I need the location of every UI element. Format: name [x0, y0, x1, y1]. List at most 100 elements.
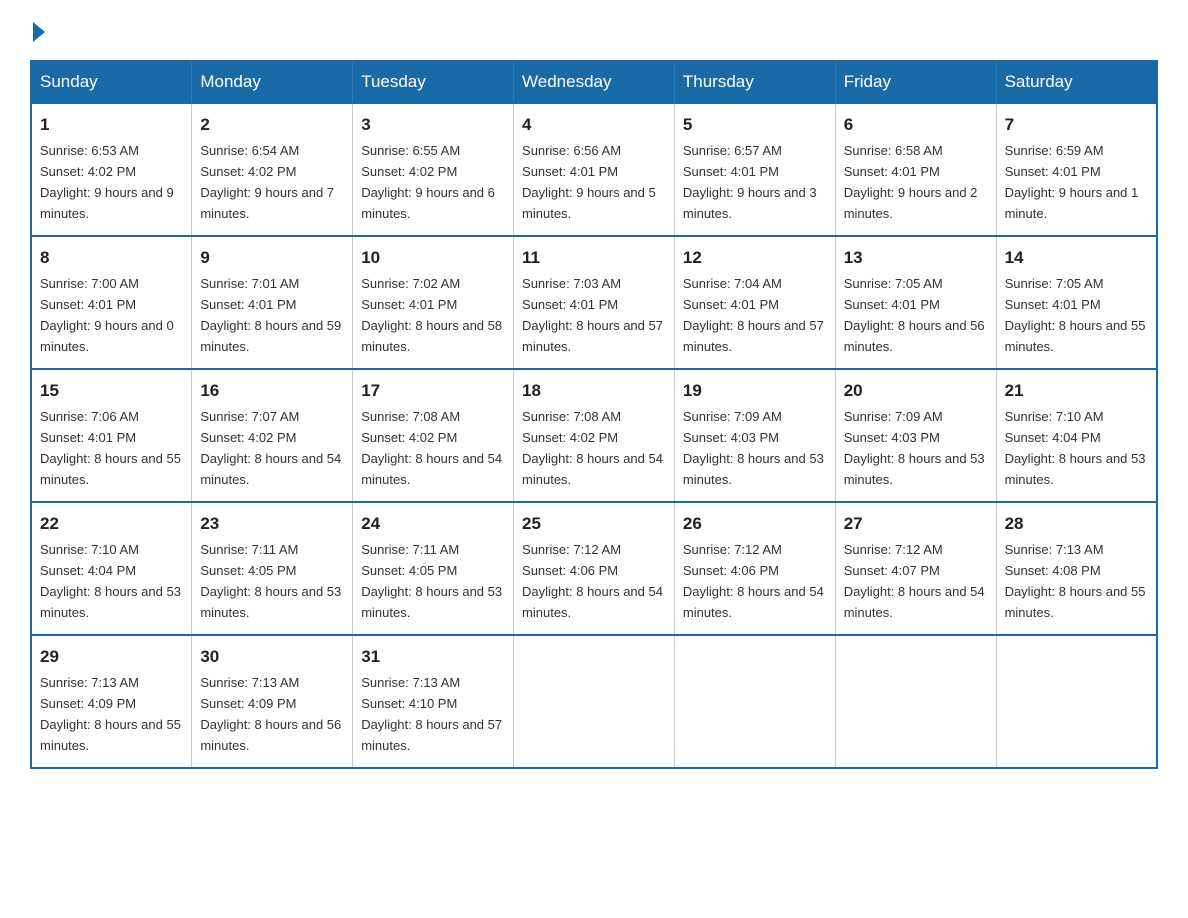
week-row-3: 15 Sunrise: 7:06 AMSunset: 4:01 PMDaylig…: [31, 369, 1157, 502]
calendar-cell: 13 Sunrise: 7:05 AMSunset: 4:01 PMDaylig…: [835, 236, 996, 369]
calendar-cell: 28 Sunrise: 7:13 AMSunset: 4:08 PMDaylig…: [996, 502, 1157, 635]
weekday-header-friday: Friday: [835, 61, 996, 103]
day-info: Sunrise: 7:07 AMSunset: 4:02 PMDaylight:…: [200, 409, 341, 487]
day-info: Sunrise: 7:01 AMSunset: 4:01 PMDaylight:…: [200, 276, 341, 354]
day-info: Sunrise: 7:04 AMSunset: 4:01 PMDaylight:…: [683, 276, 824, 354]
day-info: Sunrise: 6:54 AMSunset: 4:02 PMDaylight:…: [200, 143, 334, 221]
day-info: Sunrise: 7:11 AMSunset: 4:05 PMDaylight:…: [200, 542, 341, 620]
weekday-header-monday: Monday: [192, 61, 353, 103]
day-number: 7: [1005, 112, 1148, 138]
calendar-cell: 22 Sunrise: 7:10 AMSunset: 4:04 PMDaylig…: [31, 502, 192, 635]
day-number: 10: [361, 245, 505, 271]
day-number: 22: [40, 511, 183, 537]
weekday-header-row: SundayMondayTuesdayWednesdayThursdayFrid…: [31, 61, 1157, 103]
day-info: Sunrise: 7:09 AMSunset: 4:03 PMDaylight:…: [683, 409, 824, 487]
day-info: Sunrise: 7:05 AMSunset: 4:01 PMDaylight:…: [844, 276, 985, 354]
calendar-cell: 18 Sunrise: 7:08 AMSunset: 4:02 PMDaylig…: [514, 369, 675, 502]
day-info: Sunrise: 7:12 AMSunset: 4:06 PMDaylight:…: [683, 542, 824, 620]
calendar-cell: 15 Sunrise: 7:06 AMSunset: 4:01 PMDaylig…: [31, 369, 192, 502]
calendar-cell: 1 Sunrise: 6:53 AMSunset: 4:02 PMDayligh…: [31, 103, 192, 236]
day-info: Sunrise: 7:13 AMSunset: 4:10 PMDaylight:…: [361, 675, 502, 753]
day-info: Sunrise: 6:55 AMSunset: 4:02 PMDaylight:…: [361, 143, 495, 221]
day-number: 17: [361, 378, 505, 404]
day-number: 23: [200, 511, 344, 537]
day-number: 18: [522, 378, 666, 404]
day-number: 28: [1005, 511, 1148, 537]
day-number: 26: [683, 511, 827, 537]
calendar-cell: 10 Sunrise: 7:02 AMSunset: 4:01 PMDaylig…: [353, 236, 514, 369]
day-number: 14: [1005, 245, 1148, 271]
weekday-header-sunday: Sunday: [31, 61, 192, 103]
day-number: 27: [844, 511, 988, 537]
calendar-cell: 9 Sunrise: 7:01 AMSunset: 4:01 PMDayligh…: [192, 236, 353, 369]
calendar-cell: 23 Sunrise: 7:11 AMSunset: 4:05 PMDaylig…: [192, 502, 353, 635]
logo-arrow-icon: [33, 22, 45, 42]
day-number: 4: [522, 112, 666, 138]
day-number: 6: [844, 112, 988, 138]
day-number: 31: [361, 644, 505, 670]
week-row-1: 1 Sunrise: 6:53 AMSunset: 4:02 PMDayligh…: [31, 103, 1157, 236]
calendar-cell: 2 Sunrise: 6:54 AMSunset: 4:02 PMDayligh…: [192, 103, 353, 236]
calendar-cell: 21 Sunrise: 7:10 AMSunset: 4:04 PMDaylig…: [996, 369, 1157, 502]
day-number: 13: [844, 245, 988, 271]
calendar-cell: 3 Sunrise: 6:55 AMSunset: 4:02 PMDayligh…: [353, 103, 514, 236]
calendar-cell: 26 Sunrise: 7:12 AMSunset: 4:06 PMDaylig…: [674, 502, 835, 635]
day-number: 25: [522, 511, 666, 537]
day-number: 24: [361, 511, 505, 537]
calendar-cell: [996, 635, 1157, 768]
weekday-header-saturday: Saturday: [996, 61, 1157, 103]
calendar-cell: 25 Sunrise: 7:12 AMSunset: 4:06 PMDaylig…: [514, 502, 675, 635]
calendar-cell: 6 Sunrise: 6:58 AMSunset: 4:01 PMDayligh…: [835, 103, 996, 236]
logo: [30, 20, 45, 42]
calendar-cell: 27 Sunrise: 7:12 AMSunset: 4:07 PMDaylig…: [835, 502, 996, 635]
day-info: Sunrise: 6:57 AMSunset: 4:01 PMDaylight:…: [683, 143, 817, 221]
day-number: 16: [200, 378, 344, 404]
week-row-4: 22 Sunrise: 7:10 AMSunset: 4:04 PMDaylig…: [31, 502, 1157, 635]
calendar-cell: 5 Sunrise: 6:57 AMSunset: 4:01 PMDayligh…: [674, 103, 835, 236]
day-info: Sunrise: 7:10 AMSunset: 4:04 PMDaylight:…: [40, 542, 181, 620]
day-info: Sunrise: 7:11 AMSunset: 4:05 PMDaylight:…: [361, 542, 502, 620]
day-info: Sunrise: 7:02 AMSunset: 4:01 PMDaylight:…: [361, 276, 502, 354]
day-number: 5: [683, 112, 827, 138]
calendar-cell: 16 Sunrise: 7:07 AMSunset: 4:02 PMDaylig…: [192, 369, 353, 502]
calendar-cell: 30 Sunrise: 7:13 AMSunset: 4:09 PMDaylig…: [192, 635, 353, 768]
day-info: Sunrise: 7:13 AMSunset: 4:09 PMDaylight:…: [40, 675, 181, 753]
calendar-cell: 4 Sunrise: 6:56 AMSunset: 4:01 PMDayligh…: [514, 103, 675, 236]
day-number: 12: [683, 245, 827, 271]
day-number: 1: [40, 112, 183, 138]
day-number: 8: [40, 245, 183, 271]
day-info: Sunrise: 7:09 AMSunset: 4:03 PMDaylight:…: [844, 409, 985, 487]
day-number: 30: [200, 644, 344, 670]
day-info: Sunrise: 7:13 AMSunset: 4:09 PMDaylight:…: [200, 675, 341, 753]
day-info: Sunrise: 7:12 AMSunset: 4:07 PMDaylight:…: [844, 542, 985, 620]
calendar-cell: 14 Sunrise: 7:05 AMSunset: 4:01 PMDaylig…: [996, 236, 1157, 369]
day-info: Sunrise: 7:05 AMSunset: 4:01 PMDaylight:…: [1005, 276, 1146, 354]
day-number: 29: [40, 644, 183, 670]
day-info: Sunrise: 6:56 AMSunset: 4:01 PMDaylight:…: [522, 143, 656, 221]
day-info: Sunrise: 7:08 AMSunset: 4:02 PMDaylight:…: [361, 409, 502, 487]
calendar-cell: 19 Sunrise: 7:09 AMSunset: 4:03 PMDaylig…: [674, 369, 835, 502]
weekday-header-wednesday: Wednesday: [514, 61, 675, 103]
calendar-cell: [514, 635, 675, 768]
calendar-cell: 24 Sunrise: 7:11 AMSunset: 4:05 PMDaylig…: [353, 502, 514, 635]
day-number: 21: [1005, 378, 1148, 404]
calendar-cell: 8 Sunrise: 7:00 AMSunset: 4:01 PMDayligh…: [31, 236, 192, 369]
day-number: 2: [200, 112, 344, 138]
day-number: 9: [200, 245, 344, 271]
calendar-cell: 17 Sunrise: 7:08 AMSunset: 4:02 PMDaylig…: [353, 369, 514, 502]
page-header: [30, 20, 1158, 42]
day-info: Sunrise: 7:08 AMSunset: 4:02 PMDaylight:…: [522, 409, 663, 487]
calendar-cell: [835, 635, 996, 768]
calendar-table: SundayMondayTuesdayWednesdayThursdayFrid…: [30, 60, 1158, 769]
day-info: Sunrise: 6:59 AMSunset: 4:01 PMDaylight:…: [1005, 143, 1139, 221]
day-info: Sunrise: 7:12 AMSunset: 4:06 PMDaylight:…: [522, 542, 663, 620]
day-number: 19: [683, 378, 827, 404]
calendar-cell: 29 Sunrise: 7:13 AMSunset: 4:09 PMDaylig…: [31, 635, 192, 768]
day-info: Sunrise: 7:03 AMSunset: 4:01 PMDaylight:…: [522, 276, 663, 354]
day-info: Sunrise: 7:00 AMSunset: 4:01 PMDaylight:…: [40, 276, 174, 354]
weekday-header-tuesday: Tuesday: [353, 61, 514, 103]
day-number: 3: [361, 112, 505, 138]
day-info: Sunrise: 7:06 AMSunset: 4:01 PMDaylight:…: [40, 409, 181, 487]
day-info: Sunrise: 6:53 AMSunset: 4:02 PMDaylight:…: [40, 143, 174, 221]
calendar-cell: 12 Sunrise: 7:04 AMSunset: 4:01 PMDaylig…: [674, 236, 835, 369]
